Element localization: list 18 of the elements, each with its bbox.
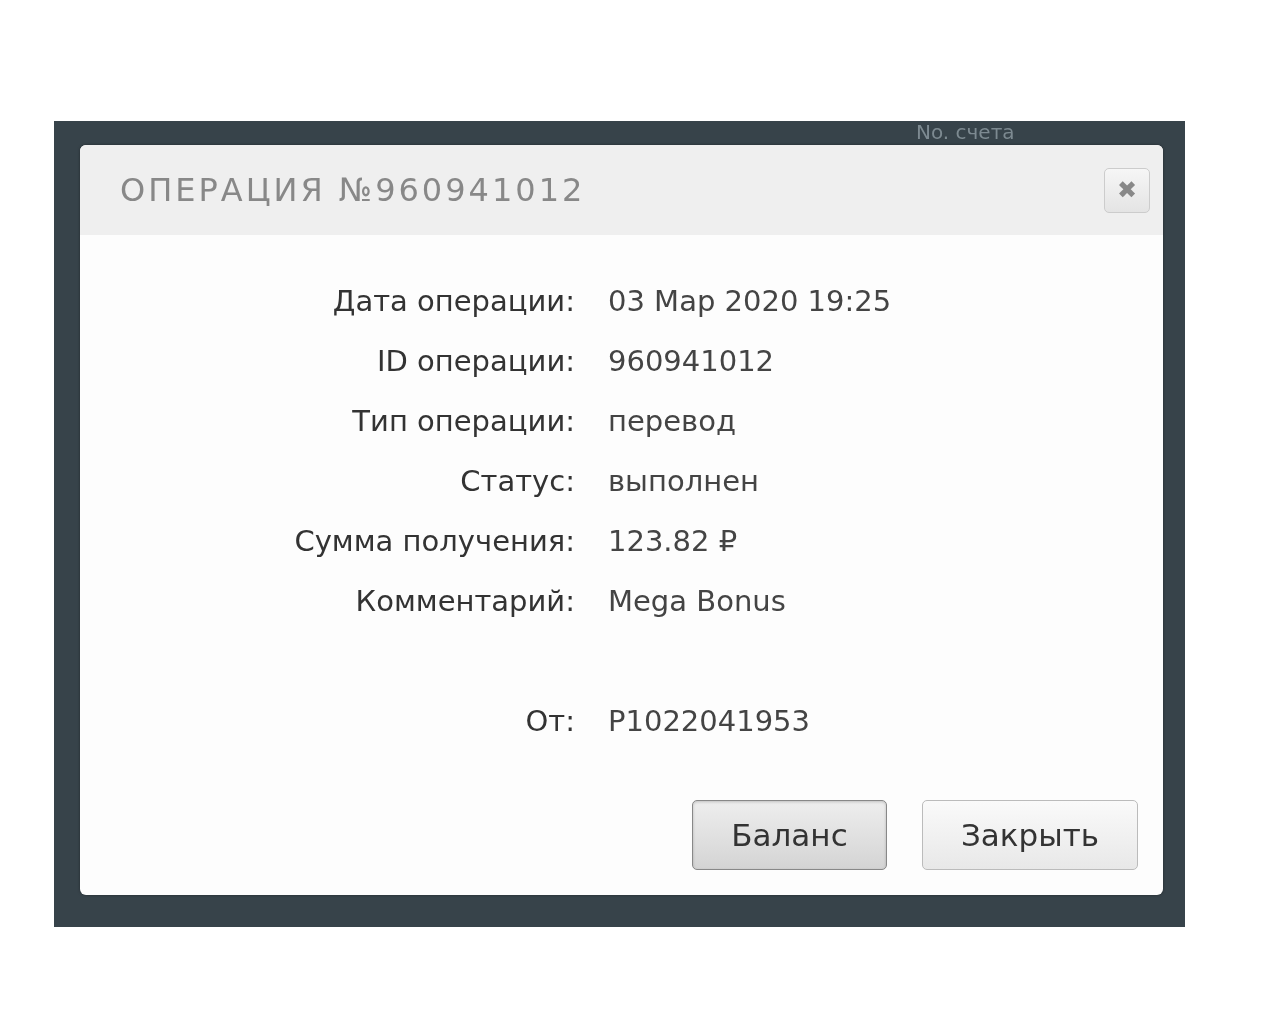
field-value: перевод (608, 404, 737, 438)
field-value: 123.82 ₽ (608, 524, 739, 558)
field-label: От: (525, 704, 575, 738)
close-dialog-button[interactable]: Закрыть (922, 800, 1138, 870)
field-label: ID операции: (376, 344, 575, 378)
field-label: Комментарий: (355, 584, 575, 618)
field-value: 03 Мар 2020 19:25 (608, 284, 893, 318)
dialog-title: ОПЕРАЦИЯ №960941012 (120, 171, 586, 209)
balance-button[interactable]: Баланс (692, 800, 887, 870)
field-value: Mega Bonus (608, 584, 787, 618)
field-label: Сумма получения: (294, 524, 575, 558)
background-label: No. счета (916, 121, 1015, 144)
field-value: выполнен (608, 464, 760, 498)
field-value: P1022041953 (608, 704, 811, 738)
field-label: Статус: (460, 464, 575, 498)
field-label: Дата операции: (332, 284, 575, 318)
field-value: 960941012 (608, 344, 776, 378)
field-label: Тип операции: (352, 404, 575, 438)
